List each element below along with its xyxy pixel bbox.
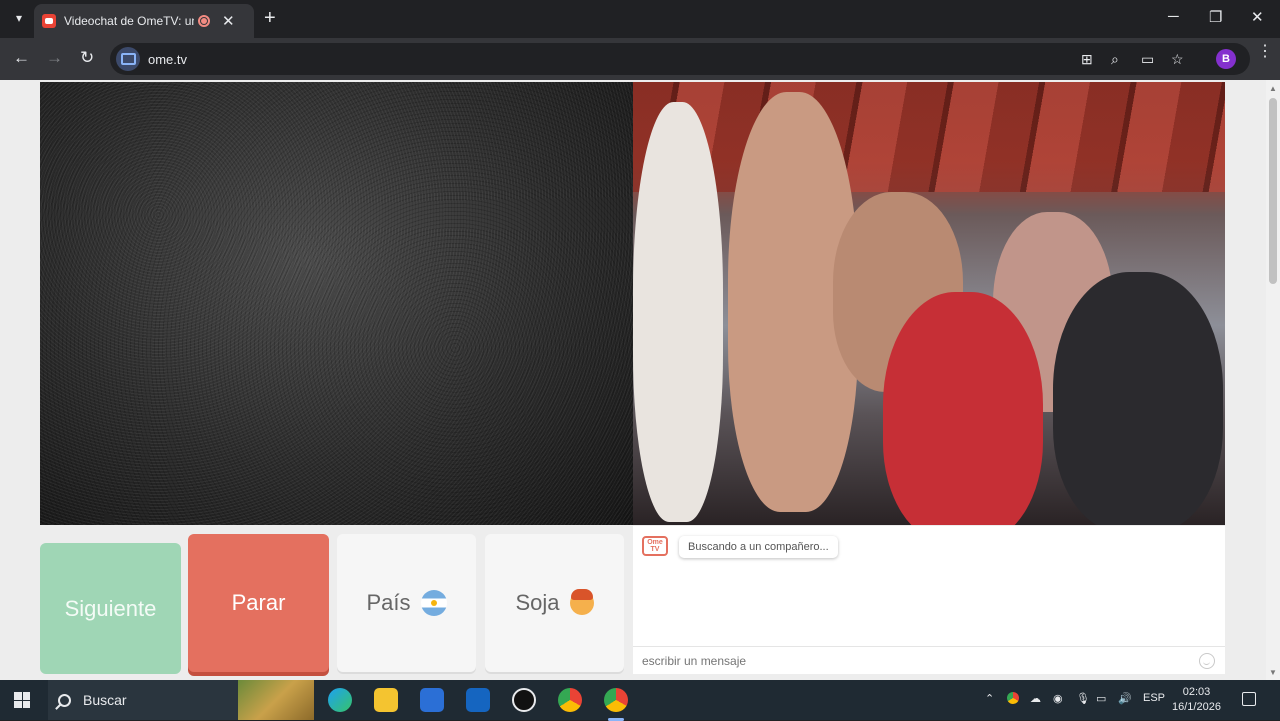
recording-icon xyxy=(198,15,210,27)
stop-button[interactable]: Parar xyxy=(188,534,329,672)
next-button[interactable]: Siguiente xyxy=(40,543,181,674)
taskbar-search[interactable]: Buscar xyxy=(48,680,314,720)
taskbar-clock[interactable]: 02:03 16/1/2026 xyxy=(1172,685,1221,715)
zoom-icon[interactable]: ⌕ xyxy=(1111,51,1119,68)
language-indicator[interactable]: ESP xyxy=(1143,692,1165,704)
gender-button-label: Soja xyxy=(515,590,560,615)
browser-toolbar: ← → ↻ ome.tv ⊞ ⌕ ▭ ☆ B ⋮ xyxy=(0,38,1280,80)
scroll-up-icon[interactable]: ▲ xyxy=(1269,84,1277,93)
country-button-label: País xyxy=(366,590,411,615)
tab-title: Videochat de OmeTV: una a xyxy=(64,14,194,28)
argentina-flag-icon xyxy=(420,590,447,616)
translate-icon[interactable]: ⊞ xyxy=(1081,51,1093,68)
local-video xyxy=(40,82,633,525)
minimize-icon[interactable]: ─ xyxy=(1168,8,1179,25)
status-message: Buscando a un compañero... xyxy=(679,536,838,558)
tray-overflow-icon[interactable]: ⌃ xyxy=(985,692,994,705)
search-icon xyxy=(58,693,71,707)
window-close-icon[interactable]: ✕ xyxy=(1251,8,1264,26)
volume-icon[interactable]: 🔊 xyxy=(1118,692,1132,705)
site-info-icon[interactable] xyxy=(116,47,140,71)
scroll-down-icon[interactable]: ▼ xyxy=(1269,668,1277,677)
chrome-icon[interactable] xyxy=(558,688,582,712)
gender-button[interactable]: Soja xyxy=(485,534,624,672)
back-icon[interactable]: ← xyxy=(13,48,30,68)
browser-tab-bar: ▾ Videochat de OmeTV: una a ✕ + ─ ❐ ✕ xyxy=(0,0,1280,38)
kebab-menu-icon[interactable]: ⋮ xyxy=(1257,44,1273,60)
new-tab-button[interactable]: + xyxy=(264,8,276,28)
remote-video xyxy=(633,82,1225,525)
restore-icon[interactable]: ❐ xyxy=(1209,8,1222,26)
video-person xyxy=(883,292,1043,525)
windows-start-icon[interactable] xyxy=(14,692,30,708)
camera-icon[interactable]: ◉ xyxy=(1053,692,1063,705)
notifications-icon[interactable] xyxy=(1242,692,1256,706)
chrome-profile-icon[interactable] xyxy=(604,688,628,721)
ometv-page: ▲ ▼ Siguiente Parar País Soja Ome TV Bus… xyxy=(0,80,1280,680)
scroll-thumb[interactable] xyxy=(1269,98,1277,284)
message-input-row xyxy=(633,646,1225,674)
video-person xyxy=(1053,272,1223,525)
page-scrollbar[interactable]: ▲ ▼ xyxy=(1266,80,1280,680)
reload-icon[interactable]: ↻ xyxy=(80,48,94,68)
tray-chrome-icon[interactable] xyxy=(1007,692,1019,704)
tab-search-menu-icon[interactable]: ▾ xyxy=(8,7,30,29)
cast-icon[interactable]: ▭ xyxy=(1141,51,1154,68)
profile-avatar[interactable]: B xyxy=(1216,49,1236,69)
search-highlight-image xyxy=(238,680,314,720)
forward-icon[interactable]: → xyxy=(46,48,63,68)
microphone-icon[interactable]: 🎙 xyxy=(1076,692,1090,705)
next-button-label: Siguiente xyxy=(64,595,157,621)
close-icon[interactable]: ✕ xyxy=(222,12,235,30)
network-icon[interactable]: ▭ xyxy=(1096,692,1106,705)
message-input[interactable] xyxy=(642,653,1182,668)
address-bar[interactable]: ome.tv xyxy=(110,43,1250,75)
store-icon[interactable] xyxy=(420,688,444,712)
ometv-favicon-icon xyxy=(42,14,56,28)
clock-time: 02:03 xyxy=(1182,686,1211,698)
windows-taskbar: Buscar ⌃ ☁ ◉ 🎙 ▭ 🔊 ESP 02:03 16/1/2026 xyxy=(0,680,1280,721)
url-text[interactable]: ome.tv xyxy=(148,52,187,67)
emoji-icon[interactable] xyxy=(1199,653,1215,669)
ometv-logo: Ome TV xyxy=(642,536,668,556)
country-button[interactable]: País xyxy=(337,534,476,672)
search-label: Buscar xyxy=(83,692,127,708)
clock-date: 16/1/2026 xyxy=(1172,701,1221,713)
onedrive-icon[interactable]: ☁ xyxy=(1030,692,1041,705)
outlook-icon[interactable] xyxy=(466,688,490,712)
recorder-icon[interactable] xyxy=(512,688,536,712)
chat-panel: Ome TV Buscando a un compañero... xyxy=(633,526,1225,674)
edge-icon[interactable] xyxy=(328,688,352,712)
video-person xyxy=(633,102,723,522)
boy-face-icon xyxy=(569,589,594,615)
stop-button-label: Parar xyxy=(231,590,286,615)
chat-controls: Siguiente Parar País Soja xyxy=(40,534,626,674)
file-explorer-icon[interactable] xyxy=(374,688,398,712)
browser-tab-ometv[interactable]: Videochat de OmeTV: una a ✕ xyxy=(34,4,254,38)
bookmark-star-icon[interactable]: ☆ xyxy=(1171,51,1184,68)
